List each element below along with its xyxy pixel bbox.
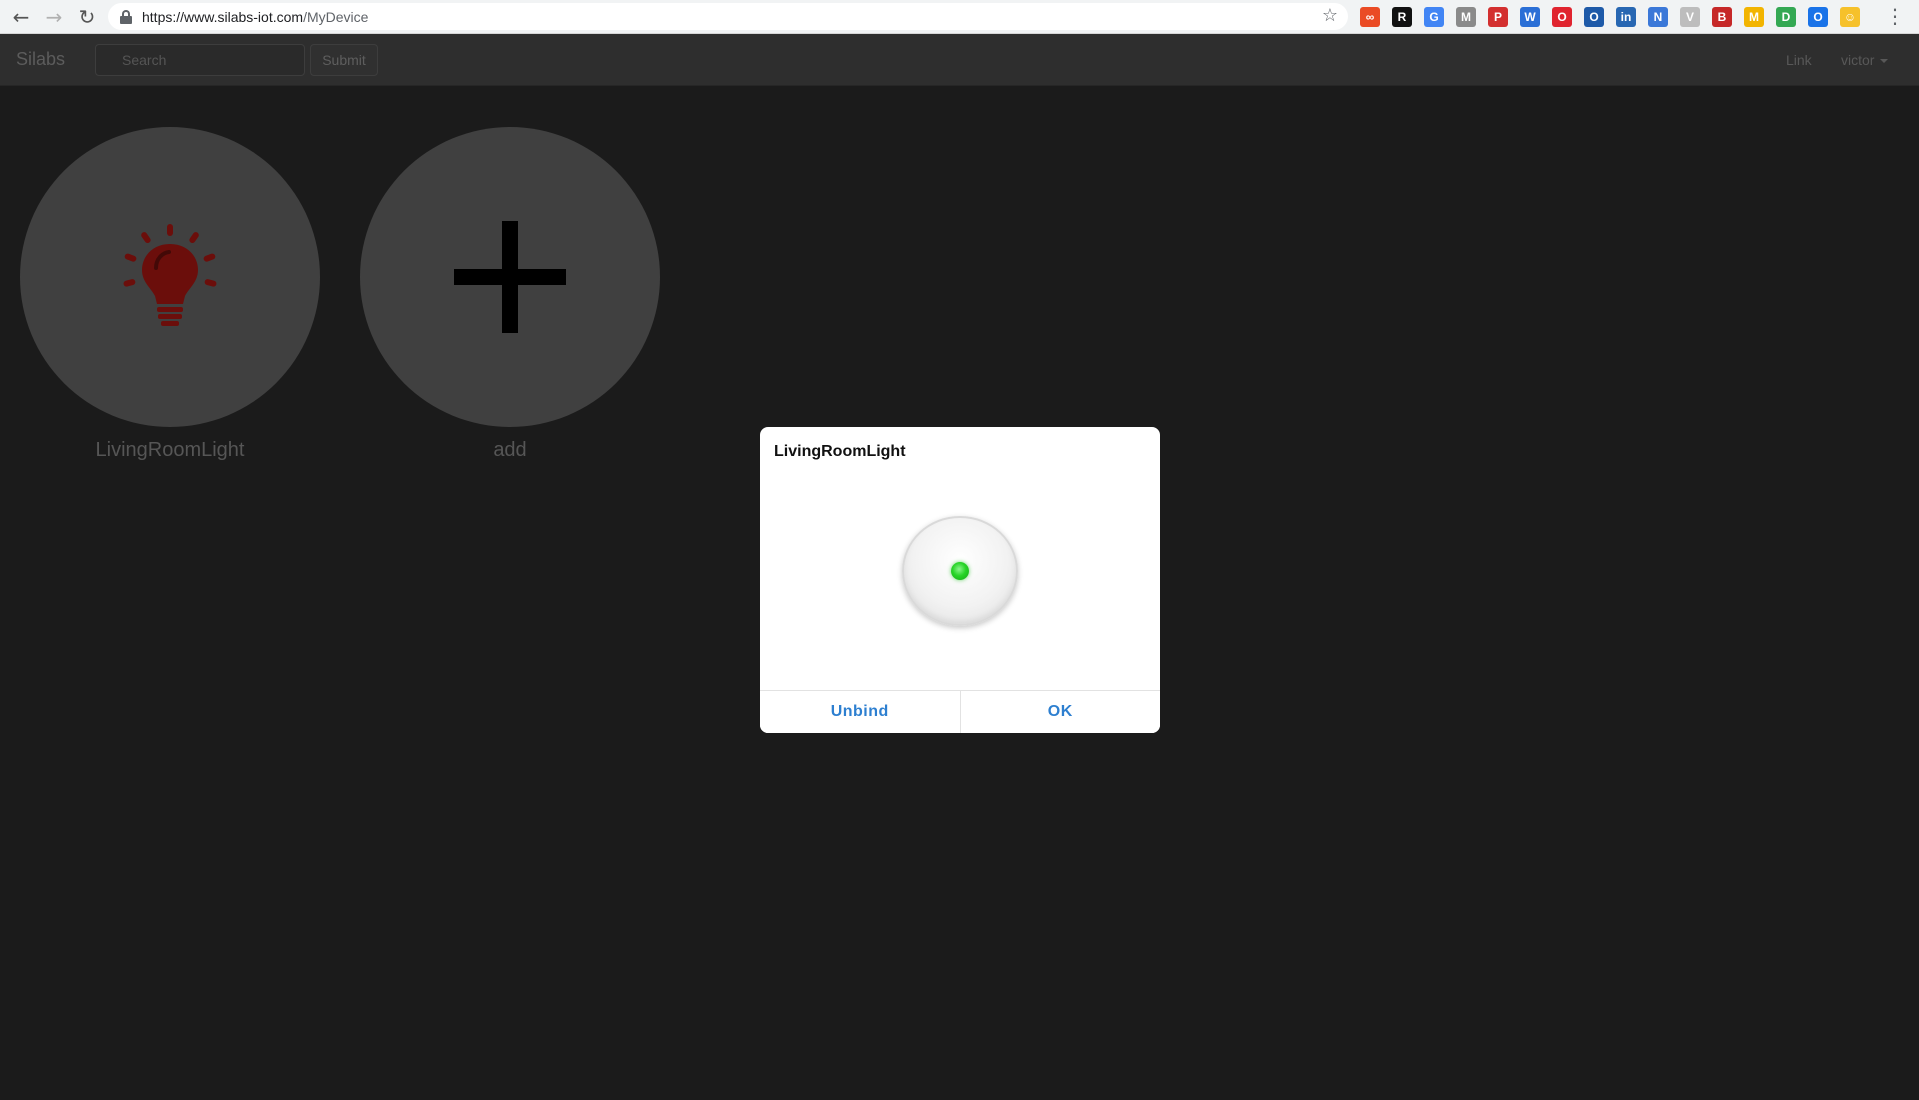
dialog-title: LivingRoomLight bbox=[774, 443, 906, 460]
brand-logo[interactable]: Silabs bbox=[16, 49, 65, 70]
unbind-button[interactable]: Unbind bbox=[760, 691, 960, 733]
url-text[interactable]: https://www.silabs-iot.com/MyDevice bbox=[142, 9, 368, 25]
status-led-icon bbox=[951, 562, 969, 580]
gmail-ext-icon[interactable]: M bbox=[1456, 7, 1476, 27]
submit-button[interactable]: Submit bbox=[310, 44, 378, 76]
bookmark-star-icon[interactable]: ☆ bbox=[1322, 5, 1338, 26]
device-label: LivingRoomLight bbox=[95, 439, 245, 461]
linkedin-ext-icon[interactable]: in bbox=[1616, 7, 1636, 27]
caret-down-icon bbox=[1880, 59, 1889, 64]
pocket-ext-icon[interactable]: P bbox=[1488, 7, 1508, 27]
circle-ext-icon[interactable]: O bbox=[1808, 7, 1828, 27]
bookmark-ext-icon[interactable]: B bbox=[1712, 7, 1732, 27]
extensions-row: ∞ R G M P W O Oin N V B M D O ☺ bbox=[1360, 6, 1872, 28]
outlook-ext-icon[interactable]: O bbox=[1584, 7, 1604, 27]
back-arrow-icon[interactable]: ← bbox=[9, 5, 33, 29]
readability-ext-icon[interactable]: R bbox=[1392, 7, 1412, 27]
reload-icon[interactable]: ↻ bbox=[75, 5, 99, 29]
plus-icon bbox=[454, 221, 566, 333]
device-circle[interactable] bbox=[20, 127, 320, 427]
drive-ext-icon[interactable]: D bbox=[1776, 7, 1796, 27]
lightbulb-icon bbox=[123, 224, 217, 326]
m-ext-icon[interactable]: M bbox=[1744, 7, 1764, 27]
browser-toolbar: ← → ↻ https://www.silabs-iot.com/MyDevic… bbox=[0, 0, 1919, 34]
word-ext-icon[interactable]: W bbox=[1520, 7, 1540, 27]
nav-link[interactable]: Link bbox=[1786, 52, 1812, 68]
emoji-ext-icon[interactable]: ☺ bbox=[1840, 7, 1860, 27]
browser-menu-icon[interactable]: ⋮ bbox=[1885, 4, 1905, 28]
device-dialog: LivingRoomLight Unbind OK bbox=[760, 427, 1160, 733]
search-input[interactable] bbox=[95, 44, 305, 76]
lock-icon bbox=[120, 9, 132, 24]
new-ext-icon[interactable]: N bbox=[1648, 7, 1668, 27]
translate-ext-icon[interactable]: G bbox=[1424, 7, 1444, 27]
opera-ext-icon[interactable]: O bbox=[1552, 7, 1572, 27]
vimium-ext-icon[interactable]: V bbox=[1680, 7, 1700, 27]
device-tile-add[interactable]: add bbox=[360, 127, 660, 462]
device-tile-livingroomlight[interactable]: LivingRoomLight bbox=[20, 127, 320, 462]
infinity-ext-icon[interactable]: ∞ bbox=[1360, 7, 1380, 27]
add-device-circle[interactable] bbox=[360, 127, 660, 427]
dialog-footer: Unbind OK bbox=[760, 690, 1160, 733]
power-toggle-button[interactable] bbox=[902, 516, 1018, 626]
user-menu[interactable]: victor bbox=[1841, 52, 1889, 68]
device-label: add bbox=[493, 439, 527, 461]
forward-arrow-icon[interactable]: → bbox=[42, 5, 66, 29]
address-bar[interactable]: https://www.silabs-iot.com/MyDevice ☆ bbox=[108, 3, 1348, 30]
app-navbar: Silabs Submit Link victor bbox=[0, 34, 1919, 86]
ok-button[interactable]: OK bbox=[959, 691, 1160, 733]
